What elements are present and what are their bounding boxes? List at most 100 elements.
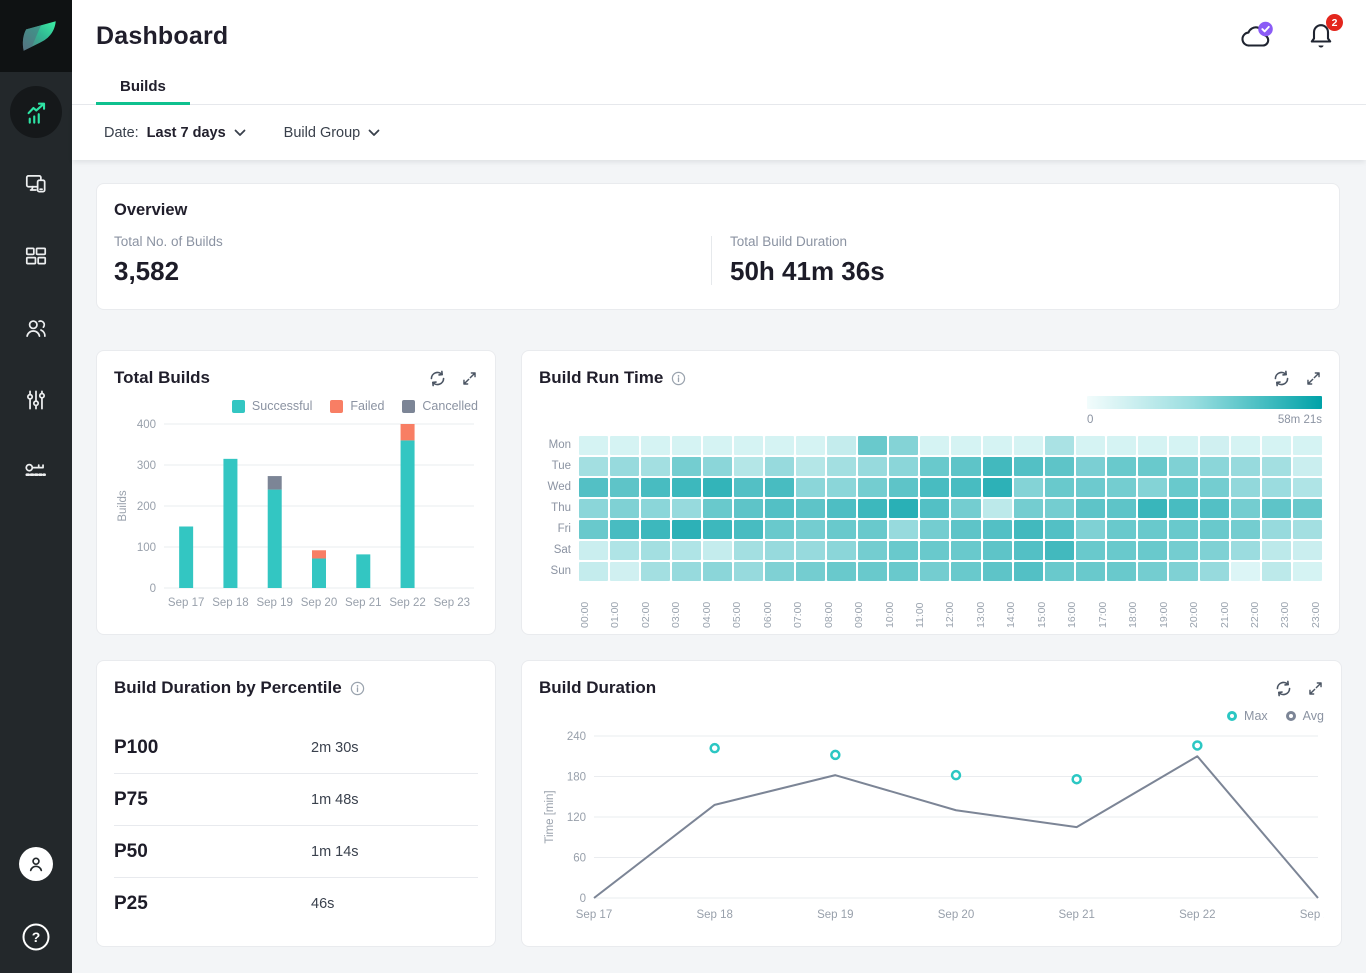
heatmap-cell[interactable] — [796, 457, 825, 476]
heatmap-cell[interactable] — [1293, 436, 1322, 455]
heatmap-cell[interactable] — [1045, 457, 1074, 476]
heatmap-cell[interactable] — [1200, 499, 1229, 518]
heatmap-cell[interactable] — [1014, 520, 1043, 539]
heatmap-cell[interactable] — [889, 457, 918, 476]
heatmap-cell[interactable] — [765, 499, 794, 518]
heatmap-cell[interactable] — [579, 478, 608, 497]
heatmap-cell[interactable] — [1231, 457, 1260, 476]
heatmap-cell[interactable] — [920, 457, 949, 476]
heatmap-cell[interactable] — [951, 541, 980, 560]
build-group-dropdown[interactable]: Build Group — [284, 125, 381, 141]
heatmap-cell[interactable] — [1169, 436, 1198, 455]
heatmap-cell[interactable] — [765, 541, 794, 560]
heatmap-cell[interactable] — [1262, 499, 1291, 518]
heatmap-cell[interactable] — [579, 541, 608, 560]
heatmap-cell[interactable] — [734, 562, 763, 581]
bar-segment-successful[interactable] — [356, 554, 370, 588]
heatmap-cell[interactable] — [1076, 520, 1105, 539]
heatmap-cell[interactable] — [1045, 436, 1074, 455]
heatmap-cell[interactable] — [1262, 520, 1291, 539]
max-point[interactable] — [1193, 741, 1201, 749]
max-point[interactable] — [952, 771, 960, 779]
heatmap-cell[interactable] — [920, 478, 949, 497]
heatmap-cell[interactable] — [951, 478, 980, 497]
info-button[interactable] — [671, 371, 686, 386]
heatmap-cell[interactable] — [641, 562, 670, 581]
heatmap-cell[interactable] — [796, 541, 825, 560]
heatmap-cell[interactable] — [983, 478, 1012, 497]
expand-button[interactable] — [1307, 680, 1324, 697]
heatmap-cell[interactable] — [1231, 499, 1260, 518]
heatmap-cell[interactable] — [827, 562, 856, 581]
bar-segment-successful[interactable] — [223, 459, 237, 588]
bar-segment-failed[interactable] — [312, 550, 326, 558]
heatmap-cell[interactable] — [1200, 457, 1229, 476]
bar-segment-successful[interactable] — [401, 440, 415, 588]
heatmap-cell[interactable] — [1169, 562, 1198, 581]
heatmap-cell[interactable] — [1138, 457, 1167, 476]
heatmap-cell[interactable] — [1231, 520, 1260, 539]
legend-item-avg[interactable]: Avg — [1286, 708, 1324, 724]
heatmap-cell[interactable] — [1293, 562, 1322, 581]
heatmap-cell[interactable] — [1076, 541, 1105, 560]
heatmap-cell[interactable] — [703, 541, 732, 560]
heatmap-cell[interactable] — [983, 499, 1012, 518]
date-filter-dropdown[interactable]: Date: Last 7 days — [104, 125, 246, 141]
heatmap-cell[interactable] — [1138, 541, 1167, 560]
heatmap-cell[interactable] — [734, 541, 763, 560]
heatmap-cell[interactable] — [703, 478, 732, 497]
heatmap-cell[interactable] — [703, 562, 732, 581]
sidebar-item-members[interactable] — [18, 310, 54, 346]
sidebar-item-dashboards[interactable] — [18, 238, 54, 274]
heatmap-cell[interactable] — [1262, 562, 1291, 581]
heatmap-cell[interactable] — [951, 457, 980, 476]
heatmap-cell[interactable] — [1045, 520, 1074, 539]
heatmap-cell[interactable] — [641, 478, 670, 497]
heatmap-cell[interactable] — [1045, 478, 1074, 497]
heatmap-cell[interactable] — [796, 520, 825, 539]
heatmap-cell[interactable] — [610, 499, 639, 518]
heatmap-cell[interactable] — [1014, 478, 1043, 497]
bar-segment-successful[interactable] — [268, 490, 282, 588]
sidebar-item-apps[interactable] — [18, 166, 54, 202]
heatmap-cell[interactable] — [1014, 457, 1043, 476]
refresh-button[interactable] — [1272, 369, 1291, 388]
heatmap-cell[interactable] — [920, 436, 949, 455]
heatmap-cell[interactable] — [1107, 541, 1136, 560]
heatmap-cell[interactable] — [1107, 499, 1136, 518]
info-button[interactable] — [350, 681, 365, 696]
heatmap-cell[interactable] — [672, 499, 701, 518]
heatmap-cell[interactable] — [672, 436, 701, 455]
heatmap-cell[interactable] — [1293, 457, 1322, 476]
heatmap-cell[interactable] — [1293, 478, 1322, 497]
heatmap-cell[interactable] — [1169, 541, 1198, 560]
heatmap-cell[interactable] — [920, 499, 949, 518]
heatmap-cell[interactable] — [920, 562, 949, 581]
heatmap-cell[interactable] — [1138, 520, 1167, 539]
heatmap-cell[interactable] — [1076, 499, 1105, 518]
heatmap-cell[interactable] — [734, 436, 763, 455]
max-point[interactable] — [711, 744, 719, 752]
heatmap-cell[interactable] — [889, 436, 918, 455]
max-point[interactable] — [1073, 775, 1081, 783]
heatmap-cell[interactable] — [1107, 436, 1136, 455]
heatmap-cell[interactable] — [1076, 478, 1105, 497]
heatmap-cell[interactable] — [672, 541, 701, 560]
heatmap-cell[interactable] — [1138, 478, 1167, 497]
heatmap-cell[interactable] — [983, 562, 1012, 581]
heatmap-cell[interactable] — [889, 520, 918, 539]
heatmap-cell[interactable] — [610, 520, 639, 539]
heatmap-cell[interactable] — [1014, 562, 1043, 581]
heatmap-cell[interactable] — [1138, 499, 1167, 518]
heatmap-cell[interactable] — [1107, 562, 1136, 581]
heatmap-cell[interactable] — [858, 562, 887, 581]
heatmap-cell[interactable] — [1200, 541, 1229, 560]
sidebar-item-credentials[interactable] — [18, 454, 54, 490]
heatmap-cell[interactable] — [827, 541, 856, 560]
heatmap-cell[interactable] — [672, 562, 701, 581]
heatmap-cell[interactable] — [1138, 562, 1167, 581]
expand-button[interactable] — [1305, 370, 1322, 387]
heatmap-cell[interactable] — [610, 562, 639, 581]
heatmap-cell[interactable] — [734, 457, 763, 476]
heatmap-cell[interactable] — [983, 436, 1012, 455]
